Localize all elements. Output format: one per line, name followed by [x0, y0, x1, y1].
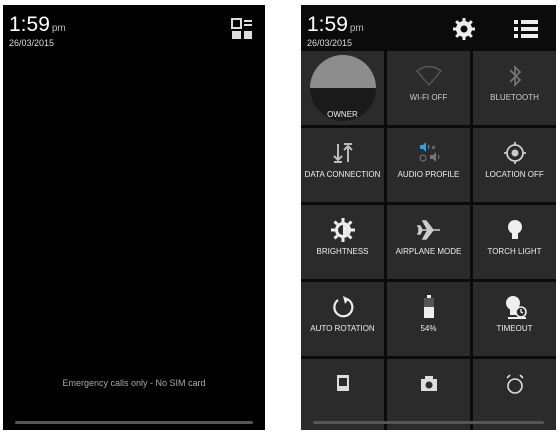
- qs-clock: 1:59 pm: [307, 14, 364, 39]
- navigation-bar: [15, 421, 253, 424]
- clock: 1:59 pm: [9, 14, 66, 39]
- tile-battery[interactable]: 54%: [387, 282, 470, 356]
- tile-label: OWNER: [327, 110, 358, 119]
- tile-label: WI-FI OFF: [409, 93, 448, 102]
- tile-audio-profile[interactable]: AUDIO PROFILE: [387, 128, 470, 202]
- menu-list-icon[interactable]: [513, 17, 539, 41]
- tile-label: BLUETOOTH: [490, 93, 539, 102]
- wifi-icon: [414, 63, 444, 89]
- notification-list-icon[interactable]: [231, 18, 253, 40]
- bluetooth-icon: [500, 63, 530, 89]
- audio-profile-icon: [414, 140, 444, 166]
- tile-camera[interactable]: [387, 359, 470, 430]
- tile-owner[interactable]: OWNER: [301, 51, 384, 125]
- gear-icon[interactable]: [452, 17, 476, 41]
- qs-clock-time: 1:59: [307, 13, 348, 36]
- quick-settings-panel: 1:59 pm 26/03/2015 OWNER WI-FI OFF BLUET…: [301, 5, 556, 430]
- brightness-icon: [328, 217, 358, 243]
- qs-clock-ampm: pm: [349, 23, 364, 34]
- tile-label: AUDIO PROFILE: [397, 170, 460, 179]
- tile-label: DATA CONNECTION: [304, 170, 381, 179]
- clock-ampm: pm: [51, 23, 66, 34]
- tile-data-connection[interactable]: DATA CONNECTION: [301, 128, 384, 202]
- tile-screenshot[interactable]: [301, 359, 384, 430]
- tile-label: AIRPLANE MODE: [395, 247, 462, 256]
- tile-bluetooth[interactable]: BLUETOOTH: [473, 51, 556, 125]
- tile-location[interactable]: LOCATION OFF: [473, 128, 556, 202]
- tile-label: TIMEOUT: [496, 324, 533, 333]
- navigation-bar: [313, 421, 544, 424]
- tile-label: TORCH LIGHT: [487, 247, 542, 256]
- tile-label: LOCATION OFF: [485, 170, 544, 179]
- torch-icon: [500, 217, 530, 243]
- screenshot-icon: [328, 371, 358, 397]
- clock-time: 1:59: [9, 13, 50, 36]
- tile-auto-rotation[interactable]: AUTO ROTATION: [301, 282, 384, 356]
- alarm-icon: [500, 371, 530, 397]
- qs-date: 26/03/2015: [307, 38, 353, 48]
- quick-settings-grid: OWNER WI-FI OFF BLUETOOTH DATA CONNECTIO…: [301, 51, 556, 430]
- tile-wifi[interactable]: WI-FI OFF: [387, 51, 470, 125]
- lock-screen: 1:59 pm 26/03/2015 Emergency calls only -…: [3, 5, 265, 430]
- rotation-icon: [328, 294, 358, 320]
- tile-label: AUTO ROTATION: [310, 324, 375, 333]
- emergency-calls-text: Emergency calls only - No SIM card: [62, 378, 206, 388]
- battery-icon: [414, 294, 444, 320]
- tile-alarm[interactable]: [473, 359, 556, 430]
- tile-timeout[interactable]: TIMEOUT: [473, 282, 556, 356]
- airplane-icon: [414, 217, 444, 243]
- tile-brightness[interactable]: BRIGHTNESS: [301, 205, 384, 279]
- tile-label: 54%: [420, 324, 437, 333]
- timeout-icon: [500, 294, 530, 320]
- tile-airplane-mode[interactable]: AIRPLANE MODE: [387, 205, 470, 279]
- data-transfer-icon: [328, 140, 358, 166]
- tile-label: BRIGHTNESS: [316, 247, 369, 256]
- location-icon: [500, 140, 530, 166]
- camera-icon: [414, 371, 444, 397]
- tile-torch-light[interactable]: TORCH LIGHT: [473, 205, 556, 279]
- date: 26/03/2015: [9, 38, 55, 48]
